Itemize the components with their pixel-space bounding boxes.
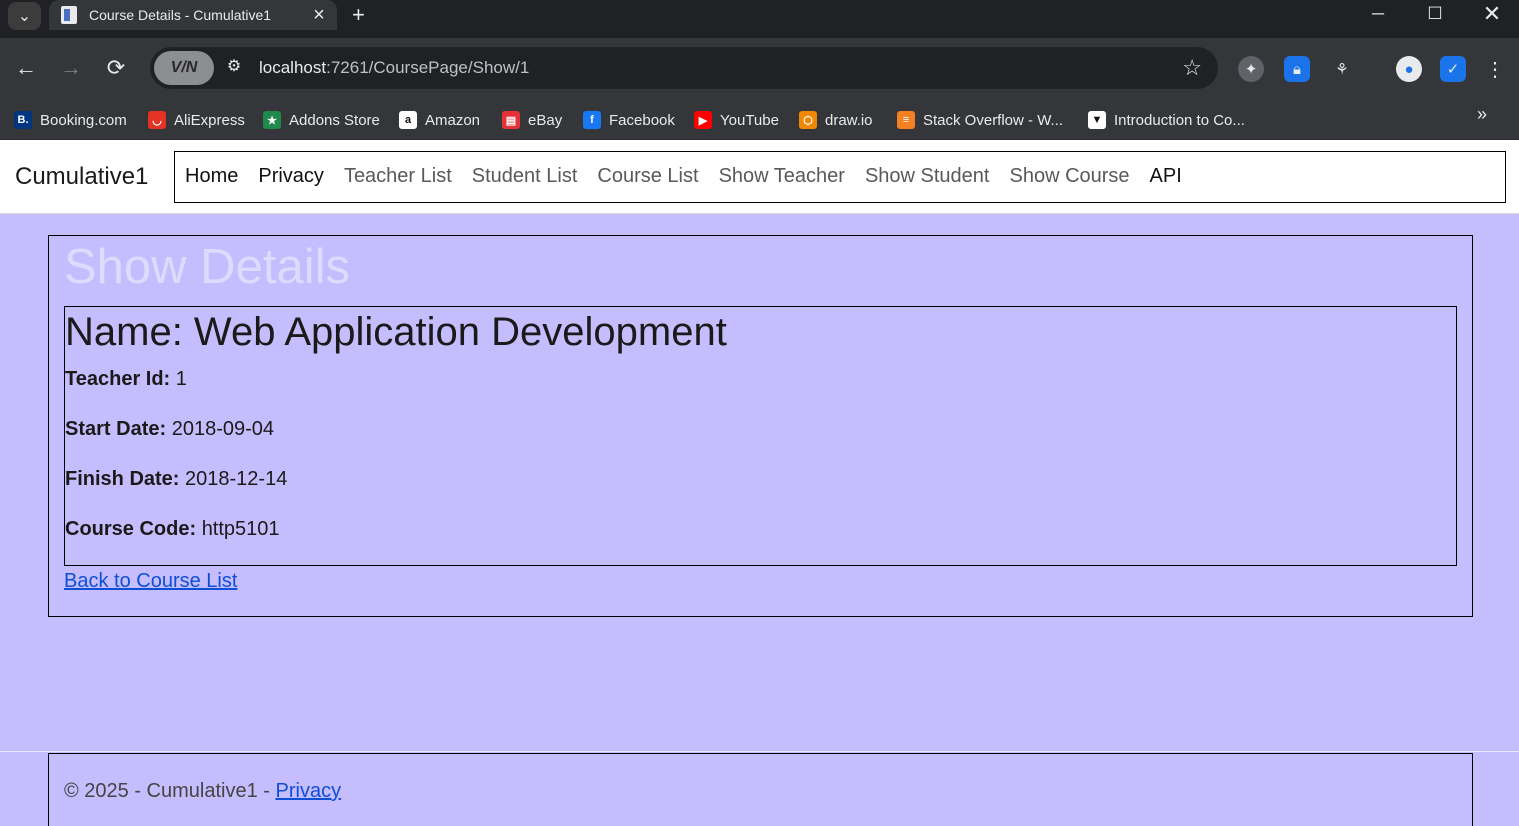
security-check-icon[interactable]: ✓ — [1440, 56, 1466, 82]
bookmark-aliexpress[interactable]: ◡ AliExpress — [148, 105, 245, 135]
url-host: localhost — [259, 58, 327, 77]
vpn-label: V/N — [170, 59, 198, 76]
bookmark-brave[interactable]: ▼ Introduction to Co... — [1088, 105, 1245, 135]
bookmark-drawio[interactable]: ⬡ draw.io — [799, 105, 873, 135]
booking-icon: B. — [14, 111, 32, 129]
browser-tab-strip: ⌄ Course Details - Cumulative1 × + ─ ☐ ✕ — [0, 0, 1519, 38]
reload-button[interactable]: ⟳ — [102, 54, 130, 82]
browser-menu-icon[interactable]: ⋮ — [1482, 56, 1508, 82]
drawio-icon: ⬡ — [799, 111, 817, 129]
forward-button[interactable]: → — [57, 54, 85, 82]
youtube-icon: ▶ — [694, 111, 712, 129]
site-brand[interactable]: Cumulative1 — [15, 163, 148, 191]
bookmarks-bar: B. Booking.com ◡ AliExpress ★ Addons Store a Am… — [0, 100, 1519, 140]
footer-copyright: © 2025 - Cumulative1 - — [64, 780, 276, 802]
browser-toolbar: ← → ⟳ V/N ⚙ localhost:7261/CoursePage/Sh… — [0, 38, 1519, 100]
nav-links: Home Privacy Teacher List Student List Cours… — [185, 165, 1202, 188]
footer-privacy-link[interactable]: Privacy — [276, 780, 342, 802]
password-manager-icon[interactable]: 🔒︎ — [1284, 56, 1310, 82]
bookmark-label: AliExpress — [174, 111, 245, 129]
page-favicon-icon — [61, 6, 77, 24]
close-tab-icon[interactable]: × — [307, 4, 331, 27]
nav-link-teacher-list[interactable]: Teacher List — [344, 165, 452, 188]
chevron-down-icon: ⌄ — [17, 8, 32, 25]
course-name: Name: Web Application Development — [65, 310, 727, 354]
course-code-row: Course Code: http5101 — [65, 518, 280, 541]
active-tab[interactable]: Course Details - Cumulative1 × — [49, 0, 337, 30]
main-content: Show Details Name: Web Application Devel… — [48, 235, 1473, 617]
more-bookmarks-icon[interactable]: » — [1477, 104, 1487, 125]
nav-link-api[interactable]: API — [1150, 165, 1182, 188]
url-path: :7261/CoursePage/Show/1 — [326, 58, 530, 77]
course-code-label: Course Code: — [65, 518, 197, 540]
start-date-value: 2018-09-04 — [171, 418, 275, 440]
course-detail-card: Name: Web Application Development Teache… — [64, 306, 1457, 566]
page-title: Show Details — [64, 240, 350, 294]
finish-date-label: Finish Date: — [65, 468, 180, 490]
bookmark-label: Amazon — [425, 111, 481, 129]
close-window-button[interactable]: ✕ — [1477, 1, 1507, 27]
start-date-row: Start Date: 2018-09-04 — [65, 418, 274, 441]
profile-avatar-icon[interactable]: ● — [1396, 56, 1422, 82]
footer-divider — [0, 751, 1519, 752]
nav-link-home[interactable]: Home — [185, 165, 238, 188]
bookmark-booking[interactable]: B. Booking.com — [14, 105, 127, 135]
tab-search-button[interactable]: ⌄ — [8, 2, 41, 30]
bookmark-label: Facebook — [609, 111, 675, 129]
bookmark-label: YouTube — [720, 111, 779, 129]
bookmark-label: Introduction to Co... — [1114, 111, 1245, 129]
extensions-puzzle-icon[interactable]: ⚘ — [1329, 56, 1355, 82]
site-info-icon[interactable]: ⚙ — [220, 53, 248, 81]
teacher-id-label: Teacher Id: — [65, 368, 171, 390]
nav-link-show-student[interactable]: Show Student — [865, 165, 990, 188]
bookmark-youtube[interactable]: ▶ YouTube — [694, 105, 779, 135]
back-to-course-list-link[interactable]: Back to Course List — [64, 570, 237, 593]
bookmark-star-icon[interactable]: ☆ — [1182, 55, 1202, 81]
back-button[interactable]: ← — [12, 54, 40, 82]
extension-shield-icon[interactable]: ✦ — [1238, 56, 1264, 82]
nav-link-student-list[interactable]: Student List — [472, 165, 578, 188]
course-code-value: http5101 — [201, 518, 280, 540]
teacher-id-value: 1 — [175, 368, 187, 390]
maximize-window-button[interactable]: ☐ — [1420, 4, 1450, 24]
finish-date-row: Finish Date: 2018-12-14 — [65, 468, 287, 491]
site-header: Cumulative1 Home Privacy Teacher List Stude… — [0, 140, 1519, 214]
stackoverflow-icon: ≡ — [897, 111, 915, 129]
brave-icon: ▼ — [1088, 111, 1106, 129]
amazon-icon: a — [399, 111, 417, 129]
ebay-icon: ▤ — [502, 111, 520, 129]
bookmark-addons-store[interactable]: ★ Addons Store — [263, 105, 380, 135]
footer-text: © 2025 - Cumulative1 - Privacy — [64, 780, 341, 803]
nav-link-privacy[interactable]: Privacy — [258, 165, 324, 188]
bookmark-label: Booking.com — [40, 111, 127, 129]
bookmark-facebook[interactable]: f Facebook — [583, 105, 675, 135]
bookmark-label: Stack Overflow - W... — [923, 111, 1064, 129]
facebook-icon: f — [583, 111, 601, 129]
site-footer: © 2025 - Cumulative1 - Privacy — [48, 753, 1473, 826]
bookmark-label: Addons Store — [289, 111, 380, 129]
url-text[interactable]: localhost:7261/CoursePage/Show/1 — [259, 58, 529, 78]
teacher-id-row: Teacher Id: 1 — [65, 368, 187, 391]
nav-link-show-course[interactable]: Show Course — [1009, 165, 1129, 188]
vpn-toggle[interactable]: V/N — [154, 51, 214, 85]
nav-link-course-list[interactable]: Course List — [597, 165, 698, 188]
bookmark-amazon[interactable]: a Amazon — [399, 105, 480, 135]
bookmark-ebay[interactable]: ▤ eBay — [502, 105, 562, 135]
nav-link-show-teacher[interactable]: Show Teacher — [719, 165, 845, 188]
tab-title: Course Details - Cumulative1 — [89, 7, 272, 23]
bookmark-label: draw.io — [825, 111, 873, 129]
start-date-label: Start Date: — [65, 418, 167, 440]
bookmark-label: eBay — [528, 111, 563, 129]
new-tab-button[interactable]: + — [352, 2, 365, 28]
finish-date-value: 2018-12-14 — [185, 468, 288, 490]
addons-store-icon: ★ — [263, 111, 281, 129]
main-nav: Home Privacy Teacher List Student List Cours… — [174, 151, 1506, 203]
bookmark-stackoverflow[interactable]: ≡ Stack Overflow - W... — [897, 105, 1063, 135]
address-bar[interactable]: V/N ⚙ localhost:7261/CoursePage/Show/1 ☆ — [150, 47, 1218, 89]
aliexpress-icon: ◡ — [148, 111, 166, 129]
minimize-window-button[interactable]: ─ — [1363, 4, 1393, 24]
